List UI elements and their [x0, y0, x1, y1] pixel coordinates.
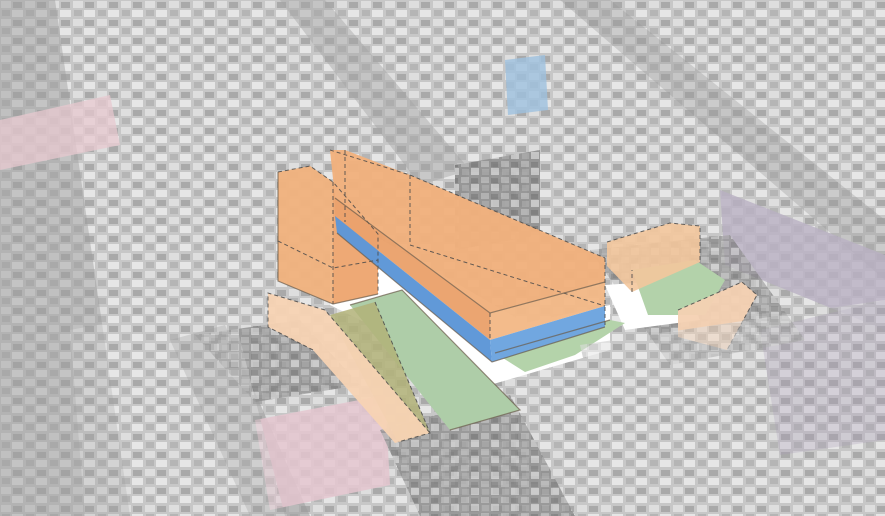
orange-mass-left-face	[278, 166, 333, 304]
blue-building-top	[505, 55, 548, 115]
aerial-city-svg	[0, 0, 885, 516]
urban-massing-scene	[0, 0, 885, 516]
